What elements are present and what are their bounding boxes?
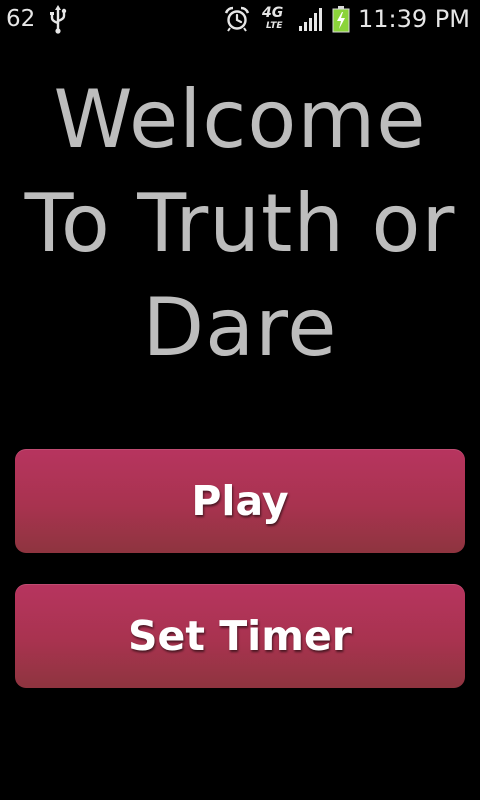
network-4g-lte-icon: 4G LTE [260,4,290,34]
signal-icon [298,6,326,32]
status-bar: 62 4G LTE 11:39 PM [0,0,480,38]
welcome-heading: Welcome To Truth or Dare [0,68,480,380]
welcome-line-2: To Truth or [24,177,456,270]
status-time: 11:39 PM [358,5,470,33]
welcome-line-1: Welcome [53,73,427,166]
notification-count: 62 [6,6,36,32]
network-type-label: 4G [262,5,284,21]
usb-icon [47,4,69,34]
set-timer-button[interactable]: Set Timer [15,584,465,688]
alarm-icon [224,6,250,32]
battery-charging-icon [332,5,350,33]
network-subtype-label: LTE [266,21,283,31]
welcome-line-3: Dare [142,281,338,374]
status-bar-left: 62 [6,4,69,34]
play-button[interactable]: Play [15,449,465,553]
status-bar-right: 4G LTE 11:39 PM [224,4,470,34]
app-screen: 62 4G LTE 11:39 PM Welcome To Truth or D… [0,0,480,800]
